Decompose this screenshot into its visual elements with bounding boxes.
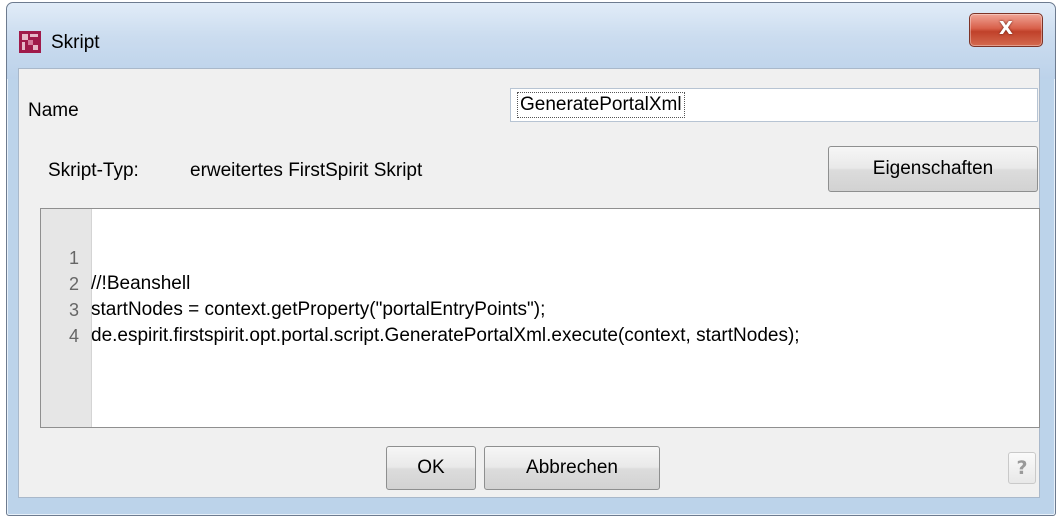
code-line: 2 startNodes = context.getProperty("port… [41,245,545,320]
properties-button[interactable]: Eigenschaften [828,146,1038,192]
help-button[interactable]: ? [1008,452,1036,484]
close-button[interactable]: X [969,13,1043,47]
line-number: 4 [68,326,79,346]
window-title: Skript [51,32,100,53]
line-code[interactable]: de.espirit.firstspirit.opt.portal.script… [91,323,800,349]
name-input-value: GeneratePortalXml [517,92,685,118]
line-code[interactable]: //!Beanshell [91,271,190,297]
code-line: 1 //!Beanshell [41,219,190,294]
script-type-value: erweitertes FirstSpirit Skript [190,160,423,181]
ok-button[interactable]: OK [386,446,476,490]
cancel-button[interactable]: Abbrechen [484,446,660,490]
name-label: Name [28,100,79,121]
name-input[interactable]: GeneratePortalXml [510,88,1038,122]
firstspirit-app-icon [19,31,41,53]
line-code[interactable]: startNodes = context.getProperty("portal… [91,297,545,323]
script-type-label: Skript-Typ: [48,160,139,181]
code-line: 4 [41,297,79,346]
code-editor[interactable]: 1 //!Beanshell 2 startNodes = context.ge… [40,208,1040,428]
code-line: 3 de.espirit.firstspirit.opt.portal.scri… [41,271,800,346]
